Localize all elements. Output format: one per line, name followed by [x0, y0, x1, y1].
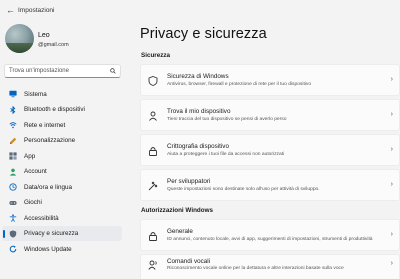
sidebar-item-label: Windows Update	[24, 245, 72, 253]
accessibility-icon	[9, 214, 17, 222]
setting-title: Generale	[167, 228, 193, 235]
lock-icon	[149, 147, 157, 156]
chevron-right-icon: ›	[390, 260, 393, 267]
sidebar-item-label: Sistema	[24, 90, 47, 98]
shield-icon	[148, 76, 158, 86]
chevron-right-icon: ›	[390, 146, 393, 153]
sidebar-item-privacy[interactable]: Privacy e sicurezza	[2, 225, 122, 241]
sidebar-item-sistema[interactable]: Sistema	[2, 86, 122, 102]
setting-card-comandi-vocali[interactable]: Comandi vocali Riconoscimento vocale onl…	[140, 254, 400, 279]
sidebar-item-windows-update[interactable]: Windows Update	[2, 241, 122, 257]
setting-title: Per sviluppatori	[167, 178, 211, 185]
window-title: Impostazioni	[18, 7, 55, 14]
bluetooth-icon	[10, 105, 16, 114]
setting-card-sviluppatori[interactable]: Per sviluppatori Queste impostazioni son…	[140, 169, 400, 201]
chevron-right-icon: ›	[390, 181, 393, 188]
person-pin-icon	[149, 111, 157, 121]
person-icon	[9, 168, 17, 176]
setting-description: Aiuta a proteggere i tuoi file da access…	[167, 152, 285, 157]
monitor-icon	[9, 90, 17, 98]
sidebar-item-giochi[interactable]: Giochi	[2, 195, 122, 211]
wifi-icon	[9, 122, 17, 129]
sidebar-item-label: Rete e internet	[24, 121, 66, 129]
section-title-autorizzazioni: Autorizzazioni Windows	[141, 207, 214, 214]
setting-title: Comandi vocali	[167, 258, 211, 265]
back-arrow-icon[interactable]: ←	[6, 5, 15, 15]
lock-icon	[149, 232, 157, 241]
sidebar-item-label: Account	[24, 168, 47, 175]
setting-card-crittografia[interactable]: Crittografia dispositivo Aiuta a protegg…	[140, 134, 400, 166]
chevron-right-icon: ›	[390, 76, 393, 83]
sidebar-item-account[interactable]: Account	[2, 164, 122, 180]
sidebar-item-app[interactable]: App	[2, 148, 122, 164]
sidebar-item-label: Bluetooth e dispositivi	[24, 106, 85, 113]
setting-card-sicurezza-windows[interactable]: Sicurezza di Windows Antivirus, browser,…	[140, 64, 400, 96]
sidebar-item-label: Personalizzazione	[24, 137, 76, 144]
sidebar-item-label: Privacy e sicurezza	[24, 230, 79, 237]
sidebar-item-label: App	[24, 152, 36, 160]
search-input[interactable]: Trova un'impostazione	[4, 64, 121, 78]
speech-icon	[148, 260, 157, 270]
sidebar-item-personalizzazione[interactable]: Personalizzazione	[2, 133, 122, 149]
user-profile[interactable]: Leo @gmail.com	[5, 24, 123, 62]
sidebar-item-label: Data/ora e lingua	[24, 183, 72, 191]
shield-icon	[9, 229, 17, 238]
apps-icon	[9, 152, 17, 160]
search-icon	[110, 68, 116, 74]
setting-card-generale[interactable]: Generale ID annunci, contenuto locale, a…	[140, 219, 400, 251]
gamepad-icon	[9, 200, 17, 205]
setting-title: Crittografia dispositivo	[167, 143, 229, 150]
sidebar-item-bluetooth[interactable]: Bluetooth e dispositivi	[2, 102, 122, 118]
profile-name: Leo	[38, 32, 50, 39]
avatar	[5, 24, 34, 53]
setting-description: ID annunci, contenuto locale, avvi di ap…	[167, 237, 373, 242]
setting-description: Tieni traccia del tuo dispositivo se pen…	[167, 117, 287, 122]
chevron-right-icon: ›	[390, 111, 393, 118]
setting-title: Trova il mio dispositivo	[167, 108, 231, 115]
page-title: Privacy e sicurezza	[140, 26, 267, 42]
globe-clock-icon	[9, 183, 17, 191]
sidebar-item-label: Giochi	[24, 199, 42, 206]
setting-card-trova-dispositivo[interactable]: Trova il mio dispositivo Tieni traccia d…	[140, 99, 400, 131]
profile-email: @gmail.com	[38, 42, 69, 48]
sidebar-item-rete[interactable]: Rete e internet	[2, 117, 122, 133]
setting-description: Riconoscimento vocale online per la dett…	[167, 266, 344, 271]
setting-description: Antivirus, browser, firewall e protezion…	[167, 82, 312, 87]
setting-description: Queste impostazioni sono destinate solo …	[167, 187, 320, 192]
brush-icon	[9, 137, 17, 144]
chevron-right-icon: ›	[390, 231, 393, 238]
search-placeholder: Trova un'impostazione	[9, 68, 69, 74]
sidebar-item-data-ora[interactable]: Data/ora e lingua	[2, 179, 122, 195]
setting-title: Sicurezza di Windows	[167, 73, 229, 80]
sidebar-item-label: Accessibilità	[24, 214, 59, 222]
tools-icon	[148, 181, 158, 191]
update-icon	[9, 245, 17, 253]
section-title-sicurezza: Sicurezza	[141, 52, 171, 59]
sidebar-item-accessibilita[interactable]: Accessibilità	[2, 210, 122, 226]
sidebar-nav: Sistema Bluetooth e dispositivi Rete e i…	[2, 86, 122, 257]
title-bar: ← Impostazioni	[0, 0, 400, 22]
